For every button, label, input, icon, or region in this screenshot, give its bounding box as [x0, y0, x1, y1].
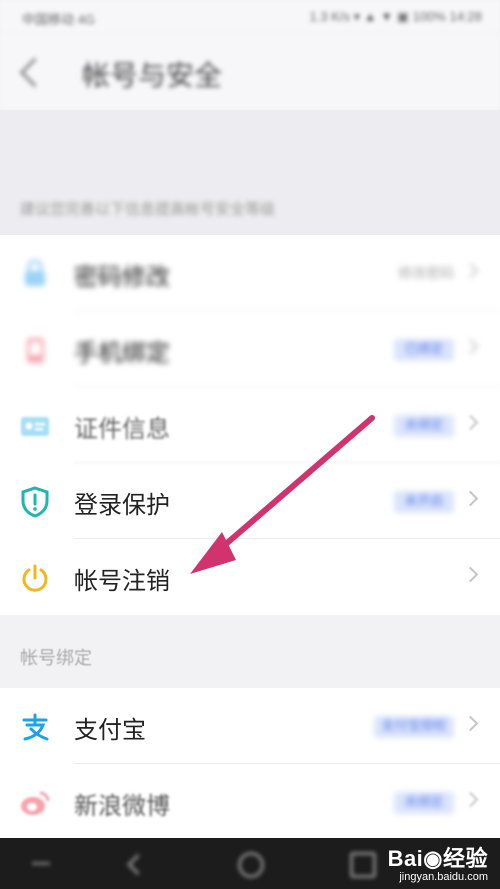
status-badge: 已绑定 — [394, 339, 454, 361]
status-icons: 1.3 K/s ▾ ▲ ▼ ▣ 100% 14:28 — [309, 9, 482, 24]
list-item-label: 新浪微博 — [74, 792, 170, 820]
recent-apps-icon[interactable] — [350, 852, 376, 878]
id-card-icon — [18, 409, 52, 443]
status-bar: 中国移动 4G 1.3 K/s ▾ ▲ ▼ ▣ 100% 14:28 — [0, 0, 500, 34]
header: 帐号与安全 — [0, 34, 500, 110]
status-badge: 未开启 — [394, 491, 454, 513]
menu-icon[interactable] — [32, 862, 50, 865]
list-item-login-protection[interactable]: 登录保护 未开启 — [0, 463, 500, 539]
tip-text: 建议您完善以下信息提高帐号安全等级 — [20, 200, 276, 218]
security-group: 密码修改 修改密码 手机绑定 已绑定 证件信息 未绑定 登录保护 未开启 帐号注… — [0, 235, 500, 615]
chevron-right-icon — [462, 715, 479, 732]
back-icon[interactable] — [126, 853, 149, 876]
list-item-id-info[interactable]: 证件信息 未绑定 — [0, 387, 500, 463]
chevron-right-icon — [462, 490, 479, 507]
chevron-right-icon — [462, 338, 479, 355]
page-title: 帐号与安全 — [82, 59, 223, 92]
system-nav-bar: Bai◉经验 jingyan.baidu.com — [0, 838, 500, 889]
watermark: Bai◉经验 jingyan.baidu.com — [388, 841, 488, 883]
binding-group: 支付宝 支付宝授权 新浪微博 未绑定 — [0, 688, 500, 840]
chevron-left-icon[interactable] — [19, 57, 50, 88]
carrier-text: 中国移动 4G — [22, 12, 95, 27]
list-item-weibo[interactable]: 新浪微博 未绑定 — [0, 764, 500, 840]
weibo-icon — [18, 786, 52, 820]
list-item-label: 密码修改 — [74, 263, 170, 291]
alipay-icon — [18, 710, 52, 744]
chevron-right-icon — [462, 566, 479, 583]
list-item-label: 帐号注销 — [74, 567, 170, 595]
watermark-url: jingyan.baidu.com — [399, 871, 488, 883]
phone-icon — [18, 333, 52, 367]
list-item-value: 修改密码 — [398, 266, 454, 282]
list-item-label: 手机绑定 — [74, 339, 170, 367]
lock-icon — [18, 257, 52, 291]
list-item-password[interactable]: 密码修改 修改密码 — [0, 235, 500, 311]
chevron-right-icon — [462, 262, 479, 279]
chevron-right-icon — [462, 791, 479, 808]
tip-zone: 建议您完善以下信息提高帐号安全等级 — [0, 110, 500, 235]
home-icon[interactable] — [238, 852, 264, 878]
shield-icon — [18, 485, 52, 519]
list-item-label: 支付宝 — [74, 716, 146, 744]
status-badge: 未绑定 — [394, 792, 454, 814]
watermark-brand: Bai◉经验 — [387, 846, 488, 871]
status-badge: 支付宝授权 — [374, 716, 454, 738]
chevron-right-icon — [462, 414, 479, 431]
power-icon — [18, 561, 52, 595]
list-item-label: 登录保护 — [74, 491, 170, 519]
list-item-phone[interactable]: 手机绑定 已绑定 — [0, 311, 500, 387]
section-title-binding: 帐号绑定 — [20, 648, 92, 669]
status-badge: 未绑定 — [394, 415, 454, 437]
list-item-account-cancellation[interactable]: 帐号注销 — [0, 539, 500, 615]
list-item-alipay[interactable]: 支付宝 支付宝授权 — [0, 688, 500, 764]
list-item-label: 证件信息 — [74, 415, 170, 443]
